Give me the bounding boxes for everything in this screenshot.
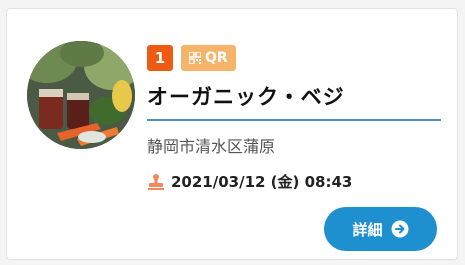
- visit-datetime: 2021/03/12 (金) 08:43: [171, 173, 353, 191]
- arrow-right-circle-icon: [391, 220, 408, 238]
- stamp-icon: [148, 173, 164, 190]
- shop-name: オーガニック・ベジ: [147, 85, 345, 109]
- badge-row: 1 QR: [147, 45, 236, 71]
- rank-badge: 1: [147, 45, 173, 71]
- shop-card: 1 QR オーガニック・ベジ 静岡市清水区蒲原 2021/03/12 (金) 0…: [6, 8, 458, 260]
- detail-button[interactable]: 詳細: [324, 207, 437, 251]
- shop-address: 静岡市清水区蒲原: [147, 137, 276, 156]
- visit-datetime-row: 2021/03/12 (金) 08:43: [147, 171, 352, 192]
- title-divider: [147, 119, 441, 121]
- qr-badge-label: QR: [205, 50, 228, 66]
- detail-button-label: 詳細: [352, 220, 383, 239]
- shop-photo: [27, 41, 135, 149]
- qr-code-icon: [189, 52, 201, 64]
- qr-badge: QR: [181, 45, 236, 71]
